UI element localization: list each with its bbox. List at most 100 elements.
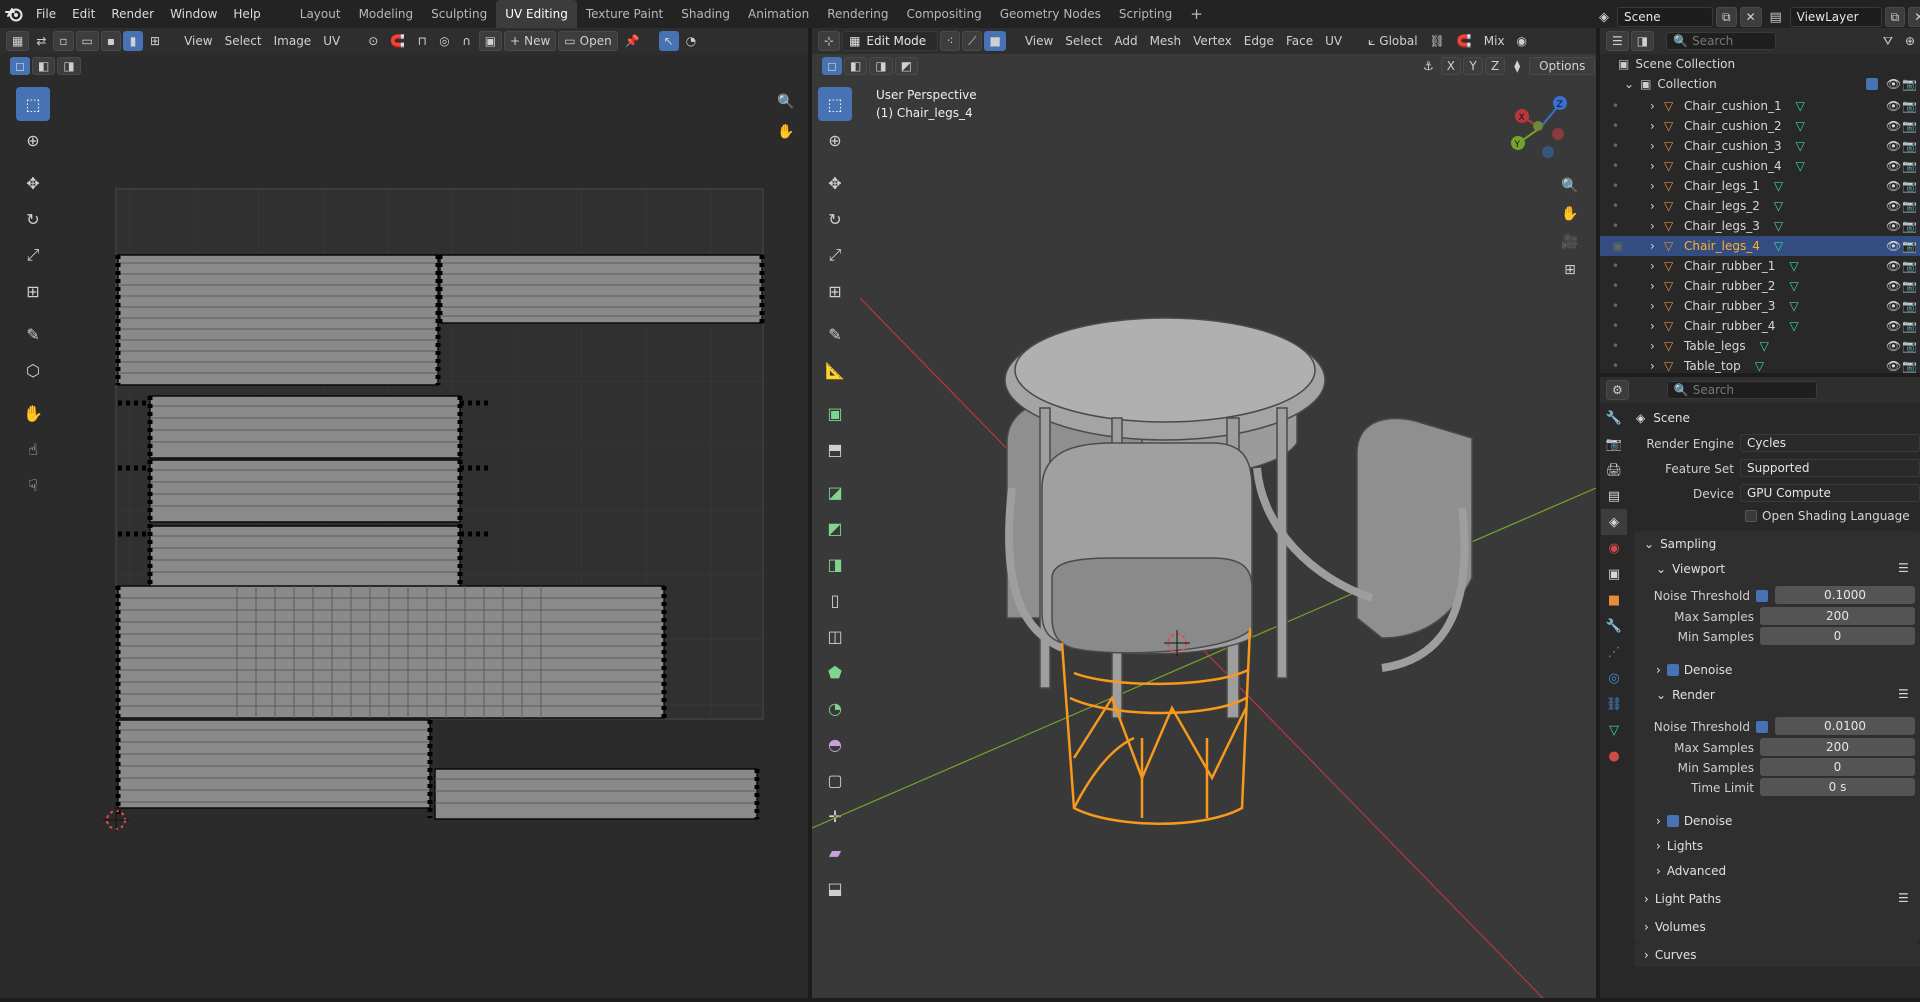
outliner-item[interactable]: • › ▽ Chair_legs_1 ▽ 👁 📷 <box>1600 176 1920 196</box>
vp-ortho-toggle-icon[interactable]: ⊞ <box>1558 258 1582 282</box>
render-visibility-icon[interactable]: 📷 <box>1902 179 1917 193</box>
render-visibility-icon[interactable]: 📷 <box>1902 99 1917 113</box>
light-paths-header[interactable]: › Light Paths <box>1644 888 1721 910</box>
vertex-mode-icon[interactable]: ⁖ <box>940 31 961 51</box>
image-browse-icon[interactable]: ▣ <box>478 31 503 51</box>
viewport-max-samples-field[interactable]: 200 <box>1760 607 1915 625</box>
expand-chevron-icon[interactable]: › <box>1650 179 1664 193</box>
sticky-select-icon[interactable]: ⊞ <box>145 31 165 51</box>
expand-chevron-icon[interactable]: › <box>1650 159 1664 173</box>
vertex-select-icon[interactable]: ▫ <box>53 31 74 51</box>
outliner-item[interactable]: • › ▽ Chair_rubber_2 ▽ 👁 📷 <box>1600 276 1920 296</box>
scene-tab-icon[interactable]: ◈ <box>1601 509 1627 535</box>
render-visibility-icon[interactable]: 📷 <box>1902 119 1917 133</box>
view-layer-selector[interactable]: ViewLayer <box>1789 7 1882 27</box>
uv-menu-uv[interactable]: UV <box>318 31 345 51</box>
outliner-search-input[interactable]: 🔍 Search <box>1666 32 1777 50</box>
new-image-button[interactable]: + New <box>504 31 557 51</box>
expand-chevron-icon[interactable]: › <box>1650 259 1664 273</box>
expand-chevron-icon[interactable]: › <box>1650 239 1664 253</box>
render-visibility-icon[interactable]: 📷 <box>1902 159 1917 173</box>
render-min-samples-field[interactable]: 0 <box>1760 758 1915 776</box>
visibility-icon[interactable]: 👁 <box>1886 239 1901 253</box>
constraints-tab-icon[interactable]: ⛓ <box>1601 691 1627 717</box>
expand-chevron-icon[interactable]: › <box>1650 119 1664 133</box>
data-tab-icon[interactable]: ▽ <box>1601 717 1627 743</box>
output-tab-icon[interactable]: 🖨 <box>1601 457 1627 483</box>
viewport-editor-type-icon[interactable]: ⊹ <box>818 31 841 51</box>
vp-proportional-icon[interactable]: ◉ <box>1512 31 1532 51</box>
viewport-denoise-checkbox[interactable] <box>1666 664 1679 676</box>
snap-target-icon[interactable]: ⊓ <box>412 31 432 51</box>
vp-menu-edge[interactable]: Edge <box>1239 31 1279 51</box>
viewport-noise-threshold-field[interactable]: 0.1000 <box>1775 586 1915 604</box>
new-scene-icon[interactable]: ⧉ <box>1716 7 1737 27</box>
viewport-scene[interactable] <box>812 58 1596 998</box>
open-image-button[interactable]: ▭ Open <box>558 31 618 51</box>
render-noise-threshold-field[interactable]: 0.0100 <box>1775 717 1915 735</box>
render-visibility-icon[interactable]: 📷 <box>1902 319 1917 333</box>
lights-subpanel-header[interactable]: › Lights <box>1656 835 1703 857</box>
visibility-icon[interactable]: 👁 <box>1886 219 1901 233</box>
collection-visibility-icon[interactable]: 👁 <box>1886 77 1901 91</box>
tab-uv-editing[interactable]: UV Editing <box>496 0 577 28</box>
advanced-subpanel-header[interactable]: › Advanced <box>1656 860 1726 882</box>
vp-menu-face[interactable]: Face <box>1281 31 1318 51</box>
tab-modeling[interactable]: Modeling <box>350 0 423 28</box>
uv-canvas[interactable] <box>0 58 808 998</box>
scene-collection-row[interactable]: ▣ Scene Collection <box>1600 54 1920 74</box>
object-tab-icon[interactable]: ■ <box>1601 587 1627 613</box>
navigation-gizmo[interactable]: Z X Y <box>1502 90 1578 166</box>
tab-compositing[interactable]: Compositing <box>897 0 990 28</box>
vp-pivot-icon[interactable]: ⛓ <box>1425 31 1450 51</box>
expand-chevron-icon[interactable]: › <box>1650 99 1664 113</box>
outliner-item[interactable]: • › ▽ Chair_cushion_3 ▽ 👁 📷 <box>1600 136 1920 156</box>
tab-texture-paint[interactable]: Texture Paint <box>577 0 672 28</box>
visibility-icon[interactable]: 👁 <box>1886 99 1901 113</box>
visibility-icon[interactable]: 👁 <box>1886 339 1901 353</box>
vp-pan-icon[interactable]: ✋ <box>1558 202 1582 226</box>
uv-menu-image[interactable]: Image <box>269 31 317 51</box>
collection-render-icon[interactable]: 📷 <box>1902 77 1917 91</box>
outliner-item[interactable]: • › ▽ Chair_legs_3 ▽ 👁 📷 <box>1600 216 1920 236</box>
collection-checkbox[interactable] <box>1866 78 1878 90</box>
volumes-header[interactable]: › Volumes <box>1644 916 1706 938</box>
visibility-icon[interactable]: 👁 <box>1886 259 1901 273</box>
editor-type-icon[interactable]: ▦ <box>6 31 30 51</box>
render-visibility-icon[interactable]: 📷 <box>1902 359 1917 373</box>
edge-mode-icon[interactable]: ⟋ <box>962 31 983 51</box>
overlay-toggle-icon[interactable]: ◔ <box>681 31 701 51</box>
tab-scripting[interactable]: Scripting <box>1110 0 1181 28</box>
render-visibility-icon[interactable]: 📷 <box>1902 279 1917 293</box>
transform-orientation-button[interactable]: ⟀ Global <box>1363 31 1422 51</box>
render-engine-dropdown[interactable]: Cycles <box>1740 434 1920 452</box>
pin-icon[interactable]: 📌 <box>620 31 645 51</box>
device-dropdown[interactable]: GPU Compute <box>1740 484 1920 502</box>
outliner-item[interactable]: • › ▽ Chair_legs_2 ▽ 👁 📷 <box>1600 196 1920 216</box>
render-visibility-icon[interactable]: 📷 <box>1902 139 1917 153</box>
display-mode-icon[interactable]: ◨ <box>1630 31 1655 51</box>
tab-sculpting[interactable]: Sculpting <box>422 0 496 28</box>
tab-rendering[interactable]: Rendering <box>818 0 897 28</box>
blender-logo-icon[interactable] <box>0 0 28 28</box>
render-visibility-icon[interactable]: 📷 <box>1902 299 1917 313</box>
expand-chevron-icon[interactable]: › <box>1650 219 1664 233</box>
new-collection-icon[interactable]: ⊕ <box>1900 31 1920 51</box>
feature-set-dropdown[interactable]: Supported <box>1740 459 1920 477</box>
material-tab-icon[interactable]: ● <box>1601 743 1627 769</box>
visibility-icon[interactable]: 👁 <box>1886 299 1901 313</box>
tab-layout[interactable]: Layout <box>291 0 350 28</box>
outliner-editor-type-icon[interactable]: ☰ <box>1606 31 1629 51</box>
vp-zoom-icon[interactable]: 🔍 <box>1558 174 1582 198</box>
new-view-layer-icon[interactable]: ⧉ <box>1884 7 1906 27</box>
expand-chevron-icon[interactable]: › <box>1650 359 1664 373</box>
proportional-edit-icon[interactable]: ◎ <box>434 31 454 51</box>
vp-menu-uv[interactable]: UV <box>1320 31 1347 51</box>
visibility-icon[interactable]: 👁 <box>1886 159 1901 173</box>
osl-checkbox[interactable] <box>1745 510 1757 522</box>
expand-chevron-icon[interactable]: › <box>1650 139 1664 153</box>
add-workspace-button[interactable]: + <box>1181 0 1212 28</box>
world-tab-icon[interactable]: ◉ <box>1601 535 1627 561</box>
time-limit-field[interactable]: 0 s <box>1760 778 1915 796</box>
view-layer-tab-icon[interactable]: ▤ <box>1601 483 1627 509</box>
